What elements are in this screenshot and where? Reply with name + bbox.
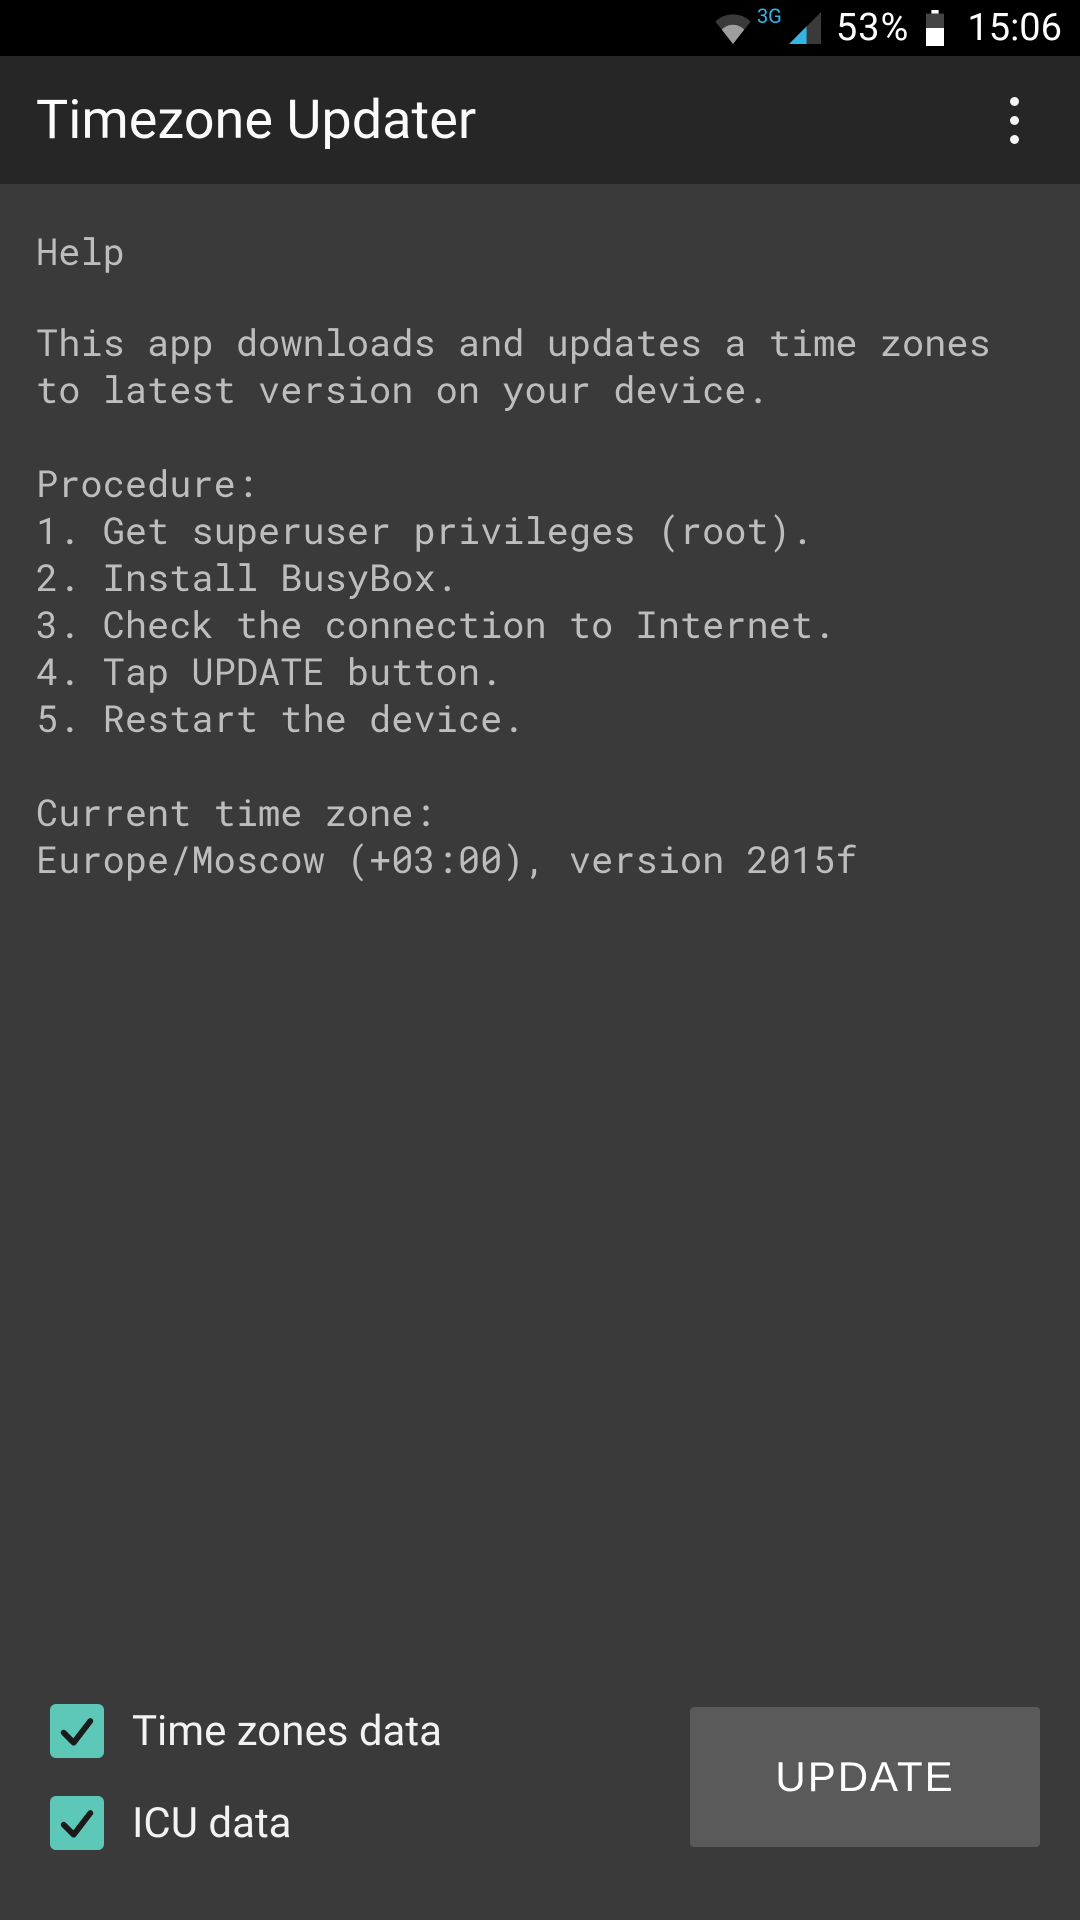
bottom-panel: Time zones data ICU data UPDATE (0, 1664, 1080, 1920)
battery-percentage: 53% (836, 6, 910, 50)
checkmark-icon (50, 1796, 104, 1850)
checkbox-tzdata[interactable]: Time zones data (50, 1704, 442, 1758)
help-title: Help (36, 228, 1044, 275)
update-button[interactable]: UPDATE (690, 1707, 1040, 1847)
procedure-step: 3. Check the connection to Internet. (36, 601, 1044, 648)
checkbox-label: ICU data (132, 1799, 292, 1848)
procedure-step: 4. Tap UPDATE button. (36, 648, 1044, 695)
current-tz-label: Current time zone: (36, 789, 1044, 836)
status-clock: 15:06 (967, 6, 1062, 50)
checkmark-icon (50, 1704, 104, 1758)
app-bar: Timezone Updater (0, 56, 1080, 184)
cell-signal-icon (788, 12, 822, 44)
dots-vertical-icon (1010, 97, 1019, 106)
network-type-label: 3G (757, 4, 782, 28)
wifi-icon (713, 12, 753, 44)
checkbox-icudata[interactable]: ICU data (50, 1796, 442, 1850)
battery-icon (923, 10, 947, 46)
spacer (36, 742, 1044, 789)
help-intro: This app downloads and updates a time zo… (36, 319, 1044, 413)
checkbox-group: Time zones data ICU data (50, 1704, 442, 1850)
dots-vertical-icon (1010, 135, 1019, 144)
checkbox-label: Time zones data (132, 1707, 442, 1756)
procedure-step: 5. Restart the device. (36, 695, 1044, 742)
status-bar: 3G 53% 15:06 (0, 0, 1080, 56)
overflow-menu-button[interactable] (984, 80, 1044, 160)
app-title: Timezone Updater (36, 89, 476, 152)
dots-vertical-icon (1010, 116, 1019, 125)
help-content: Help This app downloads and updates a ti… (0, 184, 1080, 1690)
procedure-step: 2. Install BusyBox. (36, 554, 1044, 601)
procedure-label: Procedure: (36, 460, 1044, 507)
procedure-step: 1. Get superuser privileges (root). (36, 507, 1044, 554)
current-tz-value: Europe/Moscow (+03:00), version 2015f (36, 836, 1044, 883)
spacer (36, 413, 1044, 460)
